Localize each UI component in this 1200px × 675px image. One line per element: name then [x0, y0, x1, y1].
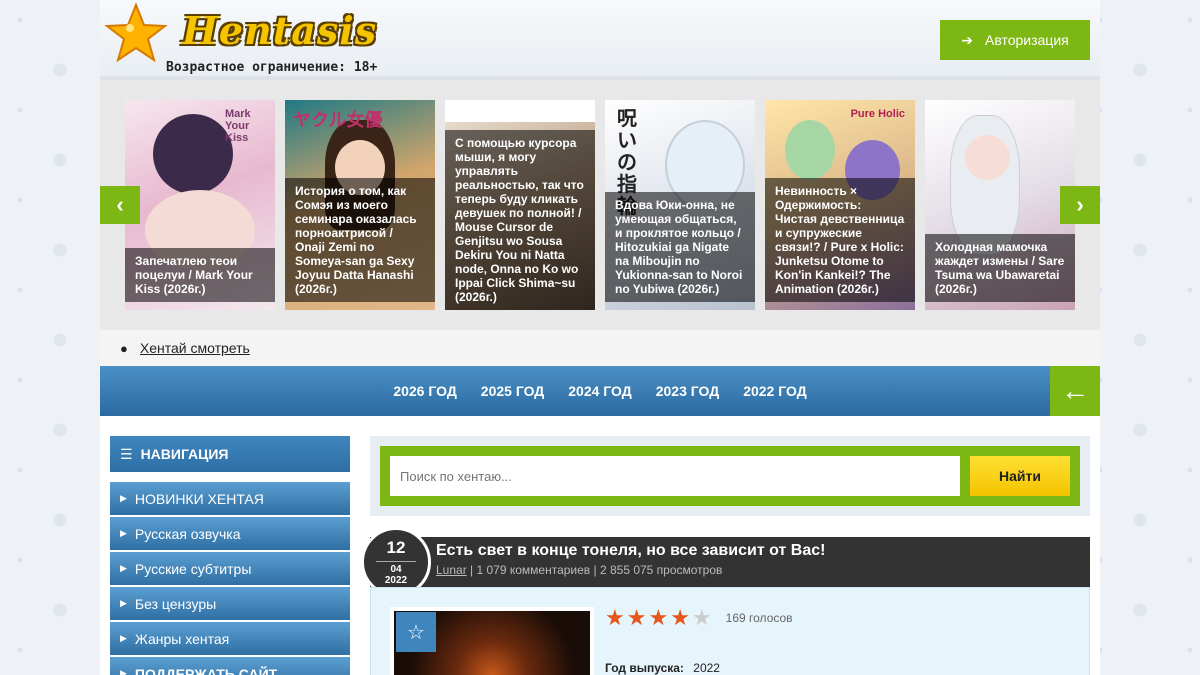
carousel-next-button[interactable]: › — [1060, 186, 1100, 224]
caret-right-icon: ▶ — [120, 493, 127, 503]
article-stats: | 1 079 комментариев | 2 855 075 просмот… — [466, 563, 723, 577]
star-filled-icon[interactable]: ★ — [648, 605, 668, 631]
location-pin-icon: ● — [120, 340, 128, 356]
sidebar-item-label: Русская озвучка — [134, 525, 241, 542]
sidebar-navigation: ☰ НАВИГАЦИЯ ▶ НОВИНКИ ХЕНТАЯ ▶ Русская о… — [110, 436, 350, 675]
login-icon: ➔ — [961, 31, 973, 48]
article-title[interactable]: Есть свет в конце тонеля, но все зависит… — [436, 542, 825, 560]
slide-caption: Запечатлею теои поцелуи / Mark Your Kiss… — [125, 248, 275, 302]
year-link-2024[interactable]: 2024 ГОД — [556, 383, 643, 399]
back-button[interactable]: ← — [1050, 366, 1100, 416]
search-input[interactable] — [390, 456, 960, 496]
star-filled-icon[interactable]: ★ — [627, 605, 647, 631]
sidebar-item-label: Жанры хентая — [134, 630, 230, 647]
year-link-2023[interactable]: 2023 ГОД — [644, 383, 731, 399]
search-button[interactable]: Найти — [970, 456, 1070, 496]
date-month: 04 — [390, 564, 402, 575]
slide-cover-text: ヤクル女優 — [293, 110, 383, 130]
year-link-2025[interactable]: 2025 ГОД — [469, 383, 556, 399]
chevron-right-icon: › — [1076, 192, 1084, 217]
login-button[interactable]: ➔ Авторизация — [940, 20, 1090, 60]
arrow-left-icon: ← — [1061, 375, 1089, 406]
article-meta: Lunar | 1 079 комментариев | 2 855 075 п… — [436, 563, 722, 577]
carousel-slide[interactable]: ヤクル女優 История о том, как Сомэя из моего … — [285, 100, 435, 310]
release-year-row: Год выпуска: 2022 — [605, 661, 720, 675]
star-filled-icon[interactable]: ★ — [605, 605, 625, 631]
chevron-left-icon: ‹ — [116, 192, 124, 217]
slide-caption: С помощью курсора мыши, я могу управлять… — [445, 130, 595, 310]
carousel-slide[interactable]: Pure Holic Невинность × Одержимость: Чис… — [765, 100, 915, 310]
slide-cover-text: Pure Holic — [850, 108, 905, 120]
caret-right-icon: ▶ — [120, 598, 127, 608]
favorite-button[interactable]: ☆ — [396, 612, 436, 652]
carousel-slide[interactable]: Холодная мамочка жаждет измены / Sare Ts… — [925, 100, 1075, 310]
navigation-title: НАВИГАЦИЯ — [140, 446, 229, 462]
caret-right-icon: ▶ — [120, 668, 127, 675]
slide-cover-text: Mark Your Kiss — [225, 108, 251, 144]
sidebar-item-genres[interactable]: ▶ Жанры хентая — [110, 622, 350, 655]
sidebar-item-russian-dub[interactable]: ▶ Русская озвучка — [110, 517, 350, 550]
slide-caption: Вдова Юки-онна, не умеющая общаться, и п… — [605, 192, 755, 302]
star-filled-icon[interactable]: ★ — [670, 605, 690, 631]
year-link-2026[interactable]: 2026 ГОД — [381, 383, 468, 399]
breadcrumb-link-home[interactable]: Хентай смотреть — [140, 340, 250, 356]
slide-caption: История о том, как Сомэя из моего семина… — [285, 178, 435, 302]
star-outline-icon: ☆ — [407, 621, 425, 644]
carousel-prev-button[interactable]: ‹ — [100, 186, 140, 224]
featured-carousel: Mark Your Kiss Запечатлею теои поцелуи /… — [100, 80, 1100, 330]
carousel-slide[interactable]: Mark Your Kiss Запечатлею теои поцелуи /… — [125, 100, 275, 310]
author-link[interactable]: Lunar — [436, 563, 467, 577]
year-navigation-bar: 2026 ГОД 2025 ГОД 2024 ГОД 2023 ГОД 2022… — [100, 366, 1100, 416]
caret-right-icon: ▶ — [120, 633, 127, 643]
sidebar-item-label: ПОДДЕРЖАТЬ САЙТ — [134, 665, 278, 675]
page: Hentasis Возрастное ограничение: 18+ ➔ А… — [100, 0, 1100, 675]
date-divider — [376, 561, 416, 562]
rating-stars[interactable]: ★ ★ ★ ★ ★ 169 голосов — [605, 605, 793, 631]
sidebar-item-uncensored[interactable]: ▶ Без цензуры — [110, 587, 350, 620]
caret-right-icon: ▶ — [120, 528, 127, 538]
search-bar: Найти — [380, 446, 1080, 506]
vote-count: 169 голосов — [725, 611, 793, 625]
slide-caption: Невинность × Одержимость: Чистая девстве… — [765, 178, 915, 302]
slide-caption: Холодная мамочка жаждет измены / Sare Ts… — [925, 234, 1075, 302]
login-button-label: Авторизация — [984, 32, 1069, 48]
site-logo-text[interactable]: Hentasis — [182, 8, 377, 53]
sidebar-item-russian-subs[interactable]: ▶ Русские субтитры — [110, 552, 350, 585]
release-year-label: Год выпуска: — [605, 661, 684, 675]
sidebar-item-label: Без цензуры — [134, 595, 217, 612]
site-header: Hentasis Возрастное ограничение: 18+ ➔ А… — [100, 0, 1100, 80]
age-restriction-text: Возрастное ограничение: 18+ — [166, 60, 378, 75]
carousel-slide[interactable]: 呪いの指輪 Вдова Юки-онна, не умеющая общатьс… — [605, 100, 755, 310]
sidebar-item-label: НОВИНКИ ХЕНТАЯ — [134, 490, 264, 507]
sidebar-item-support[interactable]: ▶ ПОДДЕРЖАТЬ САЙТ — [110, 657, 350, 675]
star-logo-icon[interactable] — [104, 2, 168, 66]
carousel-slide[interactable]: С помощью курсора мыши, я могу управлять… — [445, 100, 595, 310]
sidebar-item-label: Русские субтитры — [134, 560, 252, 577]
menu-icon: ☰ — [120, 445, 133, 462]
navigation-header: ☰ НАВИГАЦИЯ — [110, 436, 350, 472]
release-year-value: 2022 — [693, 661, 720, 675]
date-year: 2022 — [384, 575, 408, 586]
sidebar-item-new[interactable]: ▶ НОВИНКИ ХЕНТАЯ — [110, 482, 350, 515]
search-panel: Найти — [370, 436, 1090, 516]
caret-right-icon: ▶ — [120, 563, 127, 573]
year-link-2022[interactable]: 2022 ГОД — [731, 383, 818, 399]
star-empty-icon[interactable]: ★ — [692, 605, 712, 631]
date-day: 12 — [386, 538, 406, 557]
breadcrumb: ● Хентай смотреть — [100, 330, 1100, 366]
